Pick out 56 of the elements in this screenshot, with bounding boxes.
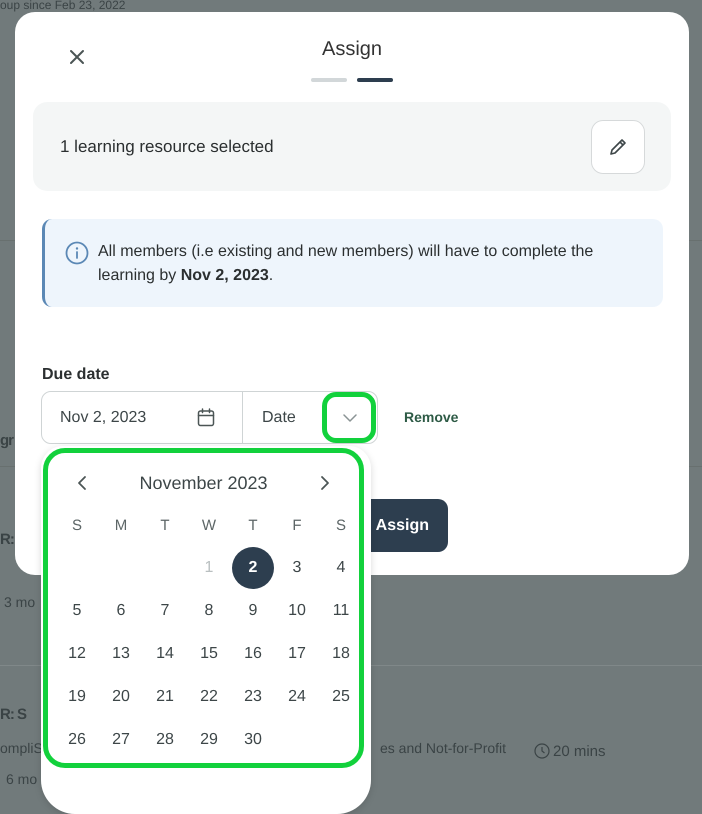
weekday-label: M (114, 516, 128, 536)
calendar-day[interactable]: 24 (276, 676, 318, 718)
info-icon (65, 241, 89, 265)
weekday-label: S (70, 516, 83, 536)
due-date-label: Due date (42, 365, 111, 385)
calendar-day[interactable]: 28 (144, 718, 186, 760)
weekday-label: S (334, 516, 347, 536)
course-text: oup since Feb 23, 2022 (0, 0, 126, 11)
course-text: ompliS (0, 741, 43, 755)
clock-icon (534, 743, 550, 759)
calendar-day[interactable]: 20 (100, 676, 142, 718)
calendar-day[interactable]: 30 (232, 718, 274, 760)
calendar-day[interactable]: 27 (100, 718, 142, 760)
weekday-label: T (159, 516, 171, 536)
edit-button[interactable] (591, 120, 645, 174)
calendar-day[interactable]: 19 (56, 676, 98, 718)
calendar-day[interactable]: 17 (276, 632, 318, 674)
calendar-day[interactable]: 9 (232, 590, 274, 632)
calendar-day[interactable]: 6 (100, 590, 142, 632)
calendar-day[interactable]: 11 (320, 590, 362, 632)
close-button[interactable] (67, 47, 87, 67)
calendar-day[interactable]: 26 (56, 718, 98, 760)
calendar-day[interactable]: 13 (100, 632, 142, 674)
dialog-title: Assign (322, 37, 382, 62)
course-text: es and Not-for-Profit (380, 741, 506, 755)
calendar-day[interactable]: 18 (320, 632, 362, 674)
calendar-day[interactable]: 2 (232, 546, 274, 588)
calendar-day[interactable]: 21 (144, 676, 186, 718)
close-icon (69, 49, 85, 65)
calendar-day[interactable]: 22 (188, 676, 230, 718)
remove-link[interactable]: Remove (404, 407, 458, 428)
calendar-day[interactable]: 23 (232, 676, 274, 718)
calendar-day[interactable]: 16 (232, 632, 274, 674)
weekday-label: T (247, 516, 259, 536)
calendar-day[interactable]: 8 (188, 590, 230, 632)
weekday-label: W (200, 516, 218, 536)
calendar-day[interactable]: 7 (144, 590, 186, 632)
calendar-day[interactable]: 25 (320, 676, 362, 718)
calendar-day[interactable]: 10 (276, 590, 318, 632)
calendar-day: 1 (188, 546, 230, 588)
course-title: gr (0, 432, 13, 450)
calendar-day[interactable]: 14 (144, 632, 186, 674)
course-text: 3 mo (4, 595, 36, 609)
duration-text: 20 mins (553, 742, 606, 762)
calendar-day[interactable]: 5 (56, 590, 98, 632)
chevron-right-icon (320, 475, 330, 491)
calendar-day[interactable]: 15 (188, 632, 230, 674)
info-message: All members (i.e existing and new members) will have to complete the learning by Nov 2, 2023. (98, 242, 594, 286)
calendar-day[interactable]: 29 (188, 718, 230, 760)
course-text: 6 mo (6, 772, 38, 786)
pencil-icon (608, 136, 628, 156)
weekday-label: F (291, 516, 303, 536)
month-title: November 2023 (139, 472, 268, 494)
calendar-day[interactable]: 12 (56, 632, 98, 674)
selection-summary: 1 learning resource selected (60, 136, 274, 158)
chevron-left-icon (77, 475, 87, 491)
